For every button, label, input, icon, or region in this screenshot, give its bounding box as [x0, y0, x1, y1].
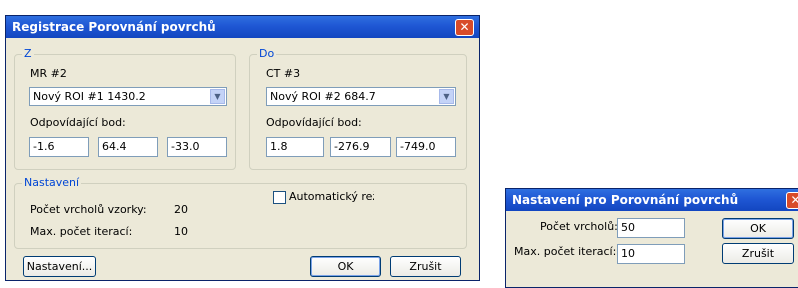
iteration-count-label: Max. počet iterací:: [30, 225, 133, 238]
vertices-field[interactable]: 50: [617, 218, 685, 238]
comparison-settings-dialog: Nastavení pro Porovnání povrchů ✕ Počet …: [505, 188, 798, 288]
settings-group: Nastavení Počet vrcholů vzorky: 20 Max. …: [14, 176, 467, 249]
chevron-down-icon[interactable]: ▼: [210, 89, 225, 104]
auto-mode-label[interactable]: Automatický režim: [289, 190, 374, 203]
settings-cancel-button[interactable]: Zrušit: [722, 243, 794, 264]
settings-dialog-title: Nastavení pro Porovnání povrchů: [512, 193, 739, 207]
dialog-title: Registrace Porovnání povrchů: [12, 20, 216, 34]
from-point-label: Odpovídající bod:: [30, 116, 126, 129]
auto-mode-checkbox[interactable]: [273, 191, 286, 204]
to-group-legend: Do: [257, 47, 277, 60]
chevron-down-icon[interactable]: ▼: [439, 89, 454, 104]
close-icon: ✕: [790, 193, 798, 207]
iteration-count-value: 10: [174, 225, 188, 238]
sample-count-label: Počet vrcholů vzorky:: [30, 203, 147, 216]
cancel-button[interactable]: Zrušit: [390, 256, 461, 277]
from-roi-select[interactable]: Nový ROI #1 1430.2 ▼: [29, 87, 227, 106]
from-point-x-field[interactable]: -1.6: [29, 137, 89, 157]
to-point-label: Odpovídající bod:: [266, 116, 362, 129]
from-group: Z MR #2 Nový ROI #1 1430.2 ▼ Odpovídajíc…: [14, 47, 236, 170]
iterations-field[interactable]: 10: [617, 244, 685, 264]
title-bar[interactable]: Registrace Porovnání povrchů ✕: [6, 16, 479, 38]
to-dataset-label: CT #3: [266, 67, 301, 80]
ok-button[interactable]: OK: [310, 256, 381, 277]
from-dataset-label: MR #2: [30, 67, 67, 80]
settings-button[interactable]: Nastavení...: [23, 256, 96, 277]
registration-dialog: Registrace Porovnání povrchů ✕ Z MR #2 N…: [5, 15, 480, 281]
to-point-y-field[interactable]: -276.9: [330, 137, 391, 157]
to-roi-select[interactable]: Nový ROI #2 684.7 ▼: [266, 87, 456, 106]
from-roi-value: Nový ROI #1 1430.2: [33, 90, 146, 103]
from-point-z-field[interactable]: -33.0: [167, 137, 227, 157]
from-point-y-field[interactable]: 64.4: [98, 137, 158, 157]
to-roi-value: Nový ROI #2 684.7: [270, 90, 376, 103]
settings-group-legend: Nastavení: [22, 176, 82, 189]
iterations-label: Max. počet iterací:: [514, 245, 617, 258]
close-button[interactable]: ✕: [455, 19, 474, 36]
to-group: Do CT #3 Nový ROI #2 684.7 ▼ Odpovídajíc…: [249, 47, 467, 170]
settings-ok-button[interactable]: OK: [722, 218, 794, 239]
to-point-z-field[interactable]: -749.0: [396, 137, 456, 157]
vertices-label: Počet vrcholů:: [540, 220, 618, 233]
settings-title-bar[interactable]: Nastavení pro Porovnání povrchů ✕: [506, 189, 798, 211]
to-point-x-field[interactable]: 1.8: [266, 137, 324, 157]
settings-close-button[interactable]: ✕: [786, 192, 798, 209]
sample-count-value: 20: [174, 203, 188, 216]
from-group-legend: Z: [22, 47, 34, 60]
close-icon: ✕: [459, 20, 470, 34]
